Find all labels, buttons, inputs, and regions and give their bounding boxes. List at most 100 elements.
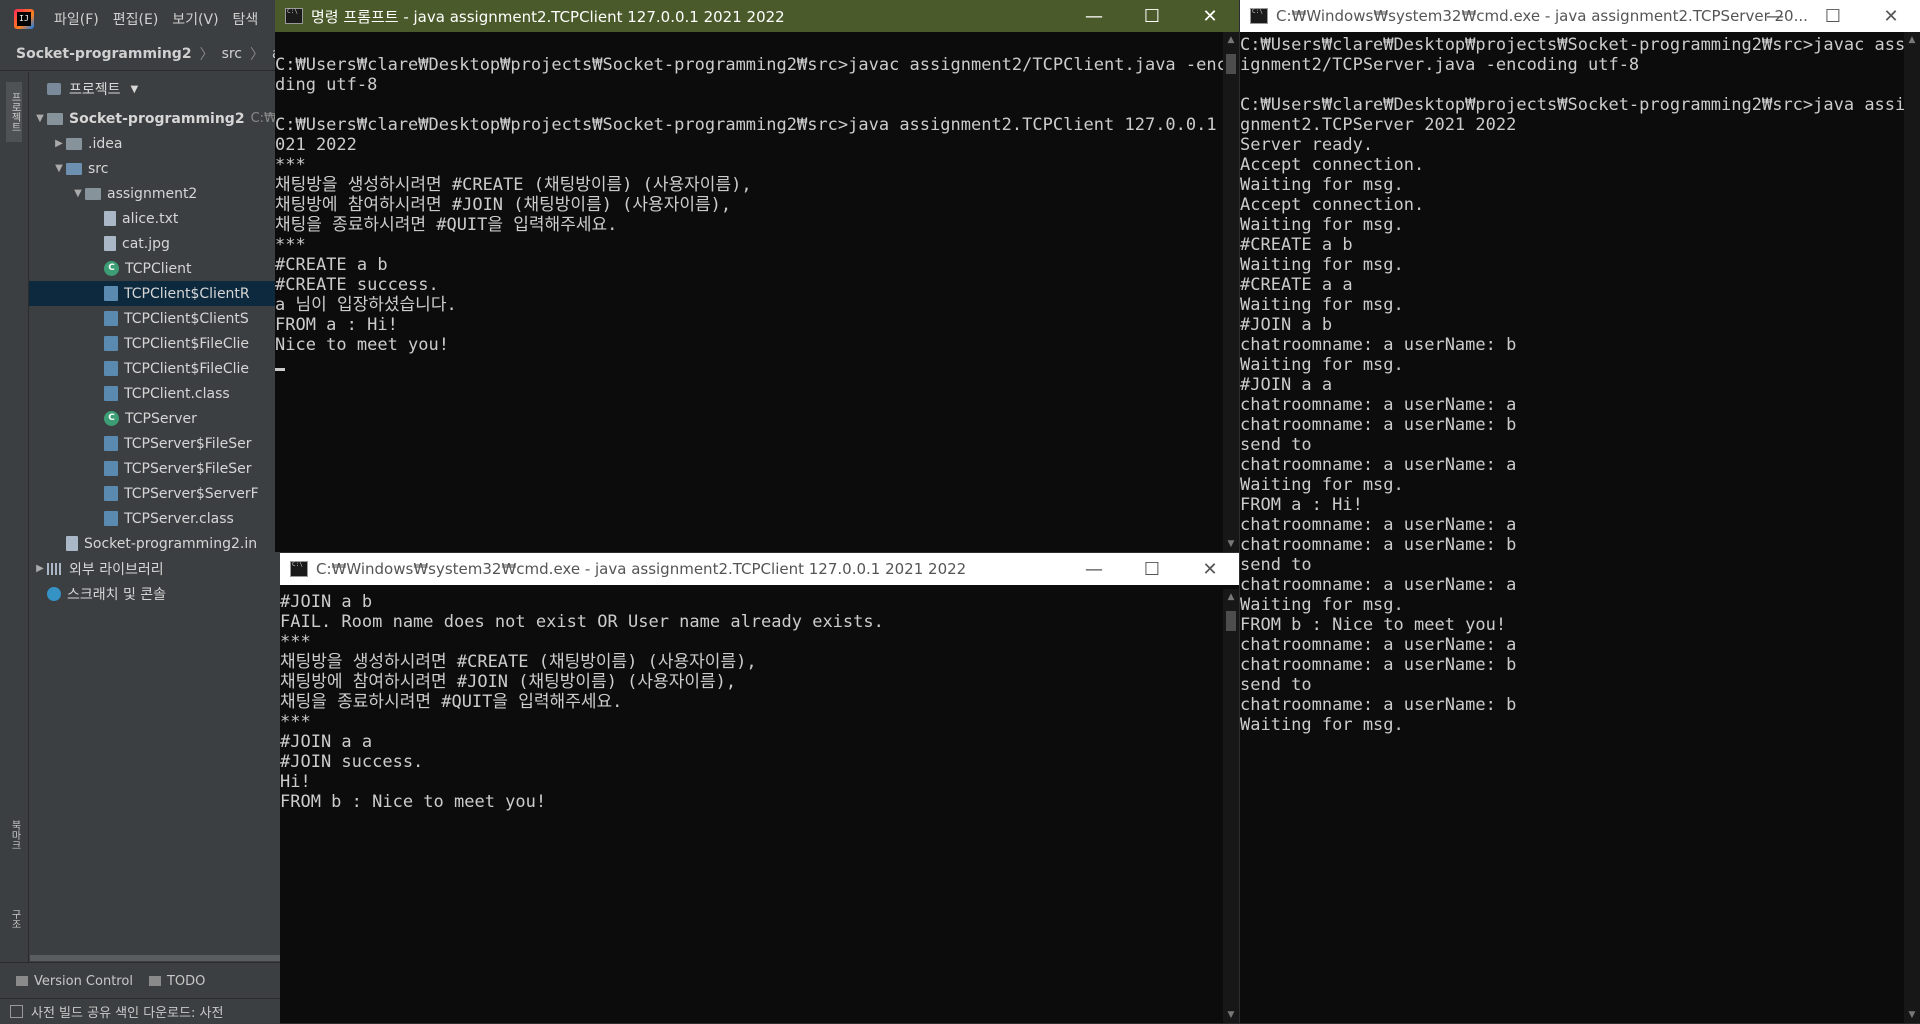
todo-tab[interactable]: TODO (148, 973, 206, 989)
menu-file[interactable]: 파일(F) (54, 9, 99, 29)
scrollbar-thumb[interactable] (1226, 54, 1236, 74)
maximize-button[interactable]: ☐ (1123, 0, 1181, 32)
close-button[interactable]: ✕ (1181, 553, 1239, 585)
folder-icon (47, 112, 63, 125)
tree-item[interactable]: ▶ 외부 라이브러리 (29, 556, 280, 581)
scroll-up-arrow-icon[interactable]: ▲ (1223, 589, 1239, 605)
class-file-icon (104, 461, 118, 476)
status-text: 사전 빌드 공유 색인 다운로드: 사전 (31, 1006, 224, 1021)
chevron-down-icon[interactable]: ▼ (71, 188, 85, 199)
tree-item[interactable]: cat.jpg (29, 231, 280, 256)
tree-item[interactable]: TCPClient.class (29, 381, 280, 406)
project-panel-title[interactable]: 프로젝트 (69, 79, 121, 99)
minimize-button[interactable]: — (1065, 0, 1123, 32)
scrollbar-thumb[interactable] (1226, 611, 1236, 631)
bottom-tool-bar: Version Control TODO (0, 962, 280, 999)
breadcrumb-project[interactable]: Socket-programming2 (16, 46, 192, 62)
client2-console-output[interactable]: #JOIN a b FAIL. Room name does not exist… (280, 589, 1223, 1023)
vertical-scrollbar[interactable]: ▲ ▼ (1223, 32, 1239, 552)
minimize-button[interactable]: — (1746, 0, 1804, 32)
text-cursor (275, 368, 285, 371)
tree-item[interactable]: TCPServer$FileSer (29, 431, 280, 456)
tree-item[interactable]: alice.txt (29, 206, 280, 231)
todo-label: TODO (166, 973, 206, 989)
client2-console-window[interactable]: C:₩Windows₩system32₩cmd.exe - java assig… (280, 553, 1239, 1023)
tree-item-label: TCPClient.class (124, 385, 230, 402)
server-titlebar[interactable]: C:₩Windows₩system32₩cmd.exe - java assig… (1240, 0, 1920, 32)
server-console-window[interactable]: C:₩Windows₩system32₩cmd.exe - java assig… (1240, 0, 1920, 1023)
tree-item[interactable]: ▼ Socket-programming2 C:₩ (29, 106, 280, 131)
menu-navigate[interactable]: 탐색 (233, 9, 259, 29)
chevron-right-icon[interactable]: ▶ (52, 138, 66, 149)
tree-item-label: TCPServer$ServerF (124, 485, 259, 502)
maximize-button[interactable]: ☐ (1804, 0, 1862, 32)
client1-titlebar[interactable]: 명령 프롬프트 - java assignment2.TCPClient 127… (275, 0, 1239, 32)
tree-item-label: 외부 라이브러리 (69, 561, 164, 578)
tree-item[interactable]: ▼ assignment2 (29, 181, 280, 206)
chevron-down-icon[interactable]: ▼ (33, 113, 47, 124)
file-icon (104, 211, 116, 226)
client1-console-window[interactable]: 명령 프롬프트 - java assignment2.TCPClient 127… (275, 0, 1239, 552)
minimize-button[interactable]: — (1065, 553, 1123, 585)
tree-item[interactable]: TCPServer$FileSer (29, 456, 280, 481)
tree-item[interactable]: Socket-programming2.in (29, 531, 280, 556)
version-control-tab[interactable]: Version Control (16, 974, 133, 989)
chevron-right-icon[interactable]: ▶ (33, 563, 47, 574)
maximize-button[interactable]: ☐ (1123, 553, 1181, 585)
close-button[interactable]: ✕ (1862, 0, 1920, 32)
dropdown-arrow-icon[interactable]: ▼ (131, 84, 139, 95)
cmd-icon (1250, 8, 1268, 24)
class-file-icon (104, 511, 118, 526)
window-title: C:₩Windows₩system32₩cmd.exe - java assig… (316, 560, 967, 578)
client2-titlebar[interactable]: C:₩Windows₩system32₩cmd.exe - java assig… (280, 553, 1239, 585)
breadcrumb-src[interactable]: src (222, 46, 242, 62)
scroll-down-arrow-icon[interactable]: ▼ (1904, 1007, 1920, 1023)
tree-item[interactable]: TCPClient$ClientR (29, 281, 280, 306)
tree-item[interactable]: TCPServer$ServerF (29, 481, 280, 506)
java-class-icon: C (104, 411, 119, 426)
scroll-down-arrow-icon[interactable]: ▼ (1223, 536, 1239, 552)
server-console-output[interactable]: C:₩Users₩clare₩Desktop₩projects₩Socket-p… (1240, 32, 1904, 1023)
vertical-scrollbar[interactable]: ▲ ▼ (1223, 589, 1239, 1023)
tool-tab-bookmarks[interactable]: 북마크 (6, 812, 22, 858)
project-horizontal-scrollbar[interactable] (30, 955, 280, 961)
tree-item[interactable]: ▼ src (29, 156, 280, 181)
cmd-icon (290, 561, 308, 577)
tree-item-label: .idea (88, 135, 123, 152)
tree-item[interactable]: TCPClient$ClientS (29, 306, 280, 331)
tree-item-label: TCPClient$ClientS (124, 310, 249, 327)
class-file-icon (104, 436, 118, 451)
chevron-down-icon[interactable]: ▼ (52, 163, 66, 174)
menu-view[interactable]: 보기(V) (172, 9, 218, 29)
java-class-icon: C (104, 261, 119, 276)
tool-tab-project[interactable]: 프로젝트 (6, 82, 22, 142)
tree-item[interactable]: C TCPClient (29, 256, 280, 281)
file-icon (104, 236, 116, 251)
class-file-icon (104, 336, 118, 351)
tree-item[interactable]: 스크래치 및 콘솔 (29, 581, 280, 606)
tool-tab-structure[interactable]: 구조 (6, 902, 22, 936)
scroll-down-arrow-icon[interactable]: ▼ (1223, 1007, 1239, 1023)
vertical-scrollbar[interactable]: ▲ ▼ (1904, 32, 1920, 1023)
cmd-icon (285, 8, 303, 24)
tree-item[interactable]: C TCPServer (29, 406, 280, 431)
toggle-panel-icon[interactable] (10, 1005, 23, 1018)
tree-item[interactable]: ▶ .idea (29, 131, 280, 156)
tree-item[interactable]: TCPClient$FileClie (29, 356, 280, 381)
tree-item-label: Socket-programming2.in (84, 535, 258, 552)
tree-item[interactable]: TCPClient$FileClie (29, 331, 280, 356)
window-title: 명령 프롬프트 - java assignment2.TCPClient 127… (311, 7, 785, 26)
scroll-up-arrow-icon[interactable]: ▲ (1223, 32, 1239, 48)
scroll-up-arrow-icon[interactable]: ▲ (1904, 32, 1920, 48)
close-button[interactable]: ✕ (1181, 0, 1239, 32)
intellij-logo-icon (14, 9, 34, 29)
tree-item-label: src (88, 160, 109, 177)
client1-console-output[interactable]: C:₩Users₩clare₩Desktop₩projects₩Socket-p… (275, 32, 1223, 552)
tree-item-label: assignment2 (107, 185, 198, 202)
version-control-label: Version Control (34, 973, 133, 989)
tree-item[interactable]: TCPServer.class (29, 506, 280, 531)
menu-edit[interactable]: 편집(E) (113, 9, 159, 29)
class-file-icon (104, 361, 118, 376)
tree-item-label: Socket-programming2 (69, 110, 245, 127)
tree-item-path: C:₩ (250, 111, 277, 126)
